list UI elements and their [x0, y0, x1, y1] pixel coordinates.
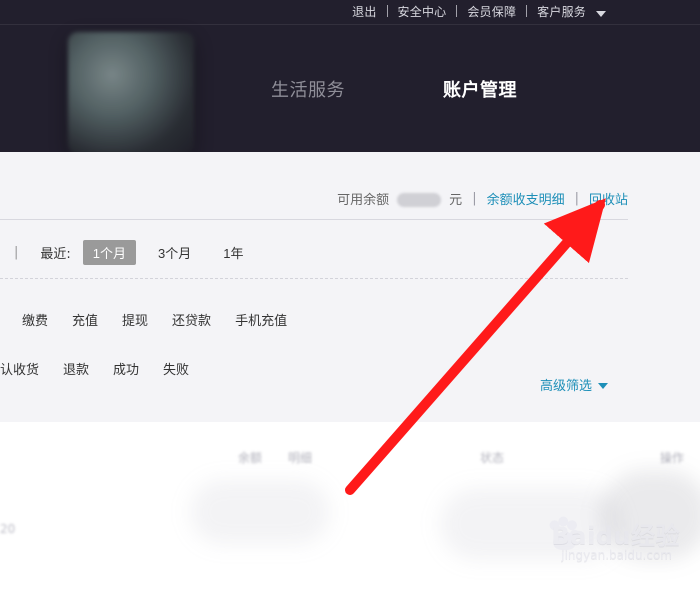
- advanced-filter[interactable]: 高级筛选: [540, 375, 609, 394]
- blurred-blob: [440, 488, 620, 560]
- balance-label: 可用余额: [337, 193, 390, 208]
- page: 退出 安全中心 会员保障 客户服务 生活服务 账户管理 可用余额 元 | 余额收…: [0, 0, 700, 600]
- status-success[interactable]: 成功: [113, 359, 139, 378]
- blurred-table-header: 余额 明细 状态 操作: [238, 449, 684, 466]
- type-withdraw[interactable]: 提现: [122, 310, 148, 329]
- pipe-divider: |: [14, 245, 19, 260]
- logout-link[interactable]: 退出: [342, 3, 386, 20]
- type-pay-fees[interactable]: 缴费: [22, 310, 48, 329]
- table-header-detail: 明细: [288, 451, 313, 465]
- chevron-down-icon: [596, 10, 606, 17]
- balance-details-link[interactable]: 余额收支明细: [487, 189, 565, 208]
- balance-bar: 可用余额 元 | 余额收支明细 | 回收站: [337, 189, 628, 208]
- chevron-down-icon: [598, 382, 609, 389]
- range-1-month-button[interactable]: 1个月: [82, 240, 137, 265]
- date-range-filter: | 最近: 1个月 3个月 1年: [14, 240, 253, 265]
- range-3-months-button[interactable]: 3个月: [148, 240, 201, 265]
- recent-label: 最近:: [40, 247, 71, 262]
- range-1-year-button[interactable]: 1年: [213, 240, 253, 265]
- divider: [0, 278, 628, 279]
- security-center-link[interactable]: 安全中心: [388, 3, 457, 20]
- top-header: 退出 安全中心 会员保障 客户服务 生活服务 账户管理: [0, 0, 700, 154]
- main-nav: 生活服务 账户管理: [271, 76, 517, 102]
- balance-unit: 元: [449, 193, 463, 208]
- avatar: [68, 32, 194, 154]
- customer-service-label: 客户服务: [537, 4, 586, 19]
- nav-life-services[interactable]: 生活服务: [271, 76, 345, 102]
- status-confirm-receipt[interactable]: 认收货: [0, 359, 39, 378]
- type-repay-loan[interactable]: 还贷款: [172, 310, 211, 329]
- pipe-divider: |: [574, 191, 579, 206]
- table-header-status: 状态: [480, 451, 505, 465]
- status-refund[interactable]: 退款: [63, 359, 89, 378]
- type-recharge[interactable]: 充值: [72, 310, 98, 329]
- nav-account-management[interactable]: 账户管理: [443, 76, 517, 102]
- blurred-blob: [190, 480, 330, 544]
- customer-service-menu[interactable]: 客户服务: [527, 3, 616, 20]
- pipe-divider: |: [472, 191, 477, 206]
- content-area: 可用余额 元 | 余额收支明细 | 回收站 | 最近: 1个月 3个月 1年 缴…: [0, 152, 700, 422]
- table-header-actions: 操作: [660, 451, 685, 465]
- blurred-blob: [600, 470, 700, 560]
- blurred-balance-value: [397, 192, 442, 207]
- member-protection-link[interactable]: 会员保障: [457, 3, 526, 20]
- type-mobile-recharge[interactable]: 手机充值: [235, 310, 287, 329]
- status-failed[interactable]: 失败: [163, 359, 189, 378]
- divider: [0, 219, 628, 220]
- transaction-type-filter: 缴费 充值 提现 还贷款 手机充值: [22, 310, 287, 329]
- top-links: 退出 安全中心 会员保障 客户服务: [342, 2, 616, 20]
- table-area: 余额 明细 状态 操作 20: [0, 422, 700, 600]
- transaction-status-filter: 认收货 退款 成功 失败: [0, 359, 189, 378]
- table-header-balance: 余额: [238, 451, 263, 465]
- advanced-filter-label: 高级筛选: [540, 379, 593, 394]
- recycle-bin-link[interactable]: 回收站: [589, 189, 628, 208]
- blurred-row-text: 20: [0, 522, 16, 536]
